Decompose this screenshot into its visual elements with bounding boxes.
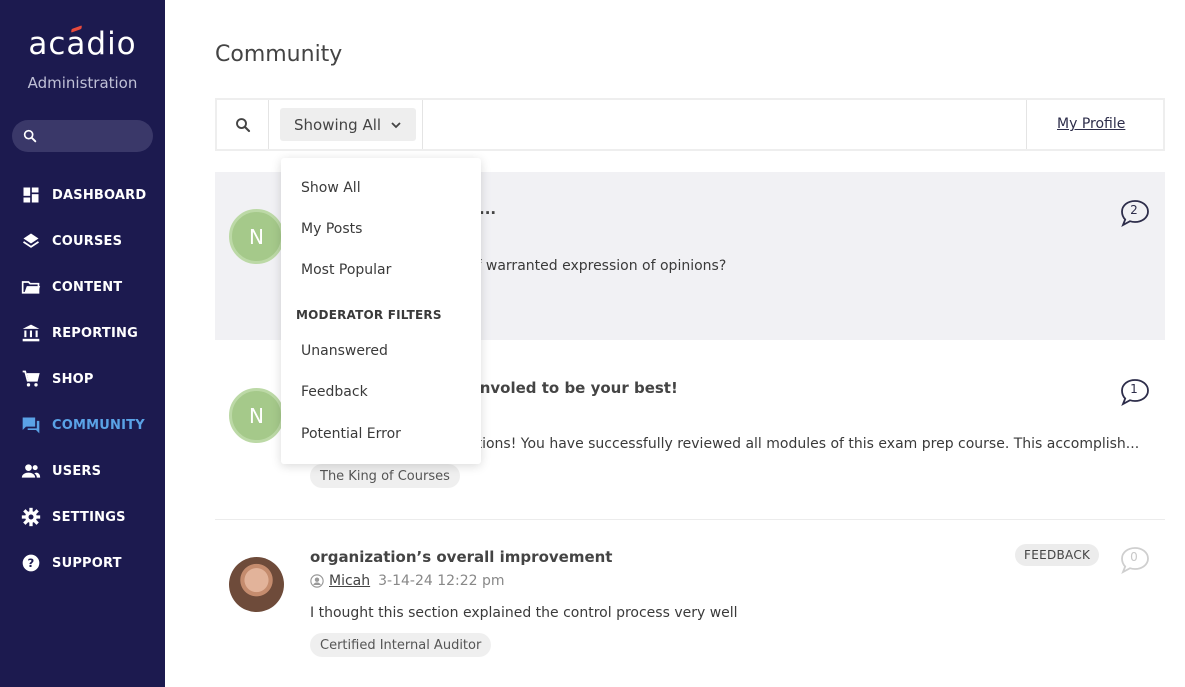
comment-count-value: 2	[1130, 203, 1138, 217]
layers-icon	[22, 233, 40, 248]
filter-dropdown-menu: Show All My Posts Most Popular MODERATOR…	[281, 158, 481, 464]
author-link[interactable]: Micah	[329, 573, 370, 589]
moderator-filters-heading: MODERATOR FILTERS	[296, 308, 442, 322]
sidebar-search-input[interactable]	[12, 120, 153, 152]
post-title[interactable]: ...	[479, 200, 496, 218]
comment-count[interactable]: 0	[1119, 545, 1151, 575]
sidebar-item-users[interactable]: USERS	[0, 448, 165, 494]
divider	[422, 100, 423, 149]
post-body: ations! You have successfully reviewed a…	[468, 436, 1140, 452]
filter-option-most-popular[interactable]: Most Popular	[301, 262, 391, 278]
sidebar-item-label: REPORTING	[52, 325, 138, 341]
sidebar-item-content[interactable]: CONTENT	[0, 264, 165, 310]
avatar	[229, 557, 284, 612]
sidebar: acadio Administration DASHBOARD COURSES …	[0, 0, 165, 687]
sidebar-item-label: DASHBOARD	[52, 187, 147, 203]
sidebar-item-courses[interactable]: COURSES	[0, 218, 165, 264]
search-button[interactable]	[217, 100, 269, 149]
sidebar-nav: DASHBOARD COURSES CONTENT REPORTING SHOP…	[0, 172, 165, 586]
search-icon	[23, 129, 37, 143]
course-tag[interactable]: The King of Courses	[310, 464, 460, 488]
community-toolbar: Showing All My Profile	[215, 98, 1165, 151]
users-icon	[21, 464, 41, 478]
sidebar-item-shop[interactable]: SHOP	[0, 356, 165, 402]
avatar: N	[229, 388, 284, 443]
sidebar-item-dashboard[interactable]: DASHBOARD	[0, 172, 165, 218]
filter-option-show-all[interactable]: Show All	[301, 180, 361, 196]
filter-label: Showing All	[294, 115, 382, 134]
divider	[1026, 100, 1027, 149]
avatar: N	[229, 209, 284, 264]
sidebar-item-label: SETTINGS	[52, 509, 126, 525]
filter-option-feedback[interactable]: Feedback	[301, 384, 368, 400]
chevron-down-icon	[391, 121, 401, 128]
post-meta: Micah 3-14-24 12:22 pm	[310, 573, 505, 589]
post-date: 3-14-24 12:22 pm	[378, 573, 505, 589]
post-body: le of warranted expression of opinions?	[451, 258, 727, 274]
svg-text:?: ?	[28, 556, 35, 570]
bank-icon	[22, 324, 40, 342]
filter-dropdown-button[interactable]: Showing All	[280, 108, 417, 141]
comment-count[interactable]: 2	[1119, 198, 1151, 228]
sidebar-item-label: SUPPORT	[52, 555, 122, 571]
sidebar-item-label: SHOP	[52, 371, 94, 387]
comment-count-value: 0	[1130, 550, 1138, 564]
cart-icon	[22, 370, 40, 387]
sidebar-item-label: COURSES	[52, 233, 123, 249]
post-title[interactable]: et involed to be your best!	[452, 379, 678, 397]
feedback-badge: FEEDBACK	[1015, 544, 1100, 566]
admin-label: Administration	[27, 74, 138, 92]
post-title[interactable]: organization’s overall improvement	[310, 548, 612, 566]
acadio-logo[interactable]: acadio	[0, 26, 165, 62]
sidebar-item-settings[interactable]: SETTINGS	[0, 494, 165, 540]
course-tag[interactable]: Certified Internal Auditor	[310, 633, 492, 657]
filter-option-my-posts[interactable]: My Posts	[301, 221, 362, 237]
comment-count[interactable]: 1	[1119, 377, 1151, 407]
sidebar-item-community[interactable]: COMMUNITY	[0, 402, 165, 448]
dashboard-icon	[23, 187, 39, 203]
filter-option-unanswered[interactable]: Unanswered	[301, 343, 388, 359]
search-icon	[235, 117, 250, 132]
sidebar-item-support[interactable]: ? SUPPORT	[0, 540, 165, 586]
my-profile-link[interactable]: My Profile	[1057, 116, 1125, 132]
chat-icon	[22, 417, 40, 434]
folder-icon	[21, 281, 41, 294]
gear-icon	[21, 507, 41, 527]
sidebar-item-reporting[interactable]: REPORTING	[0, 310, 165, 356]
user-icon	[310, 574, 324, 588]
help-icon: ?	[22, 554, 40, 572]
post-item[interactable]: organization’s overall improvement Micah…	[215, 520, 1165, 687]
sidebar-item-label: COMMUNITY	[52, 417, 145, 433]
post-body: I thought this section explained the con…	[310, 605, 738, 621]
page-title: Community	[215, 42, 343, 67]
sidebar-item-label: CONTENT	[52, 279, 123, 295]
sidebar-item-label: USERS	[52, 463, 102, 479]
filter-option-potential-error[interactable]: Potential Error	[301, 426, 401, 442]
comment-count-value: 1	[1130, 382, 1138, 396]
